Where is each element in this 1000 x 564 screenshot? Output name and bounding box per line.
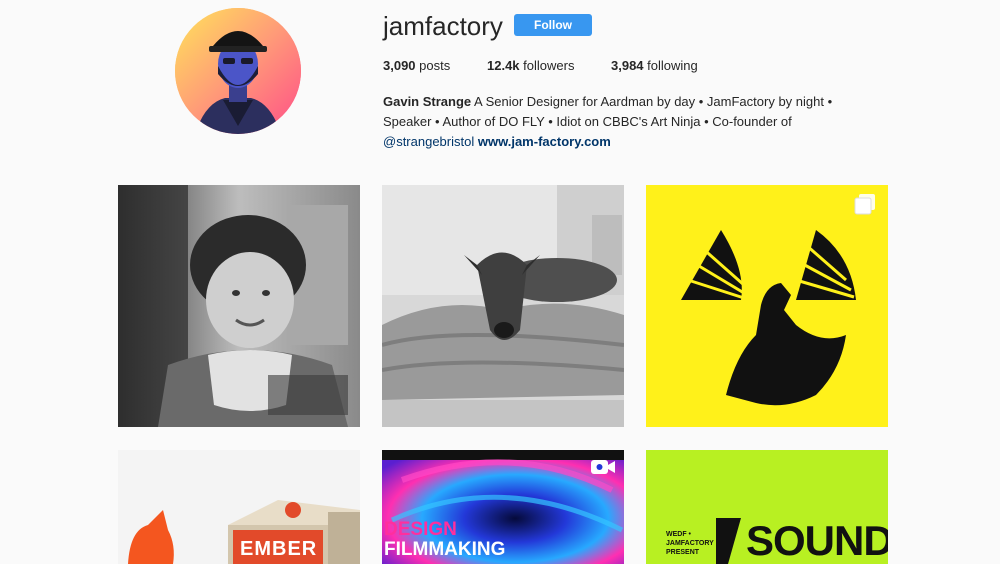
video-icon <box>591 460 615 474</box>
bio-handle-link[interactable]: @strangebristol <box>383 134 474 149</box>
poster-small-text: WEDF • JAMFACTORY PRESENT <box>666 531 714 556</box>
profile-avatar[interactable] <box>175 8 301 134</box>
post-tile-3[interactable] <box>646 185 888 427</box>
following-count: 3,984 <box>611 58 644 73</box>
post-tile-2[interactable] <box>382 185 624 427</box>
ember-matchbox-photo <box>118 450 360 564</box>
bio-text-line1: A Senior Designer for Aardman by day • J… <box>471 94 833 109</box>
posts-count: 3,090 <box>383 58 416 73</box>
post-tile-5[interactable]: DESIGN FILMMAKING <box>382 450 624 564</box>
posts-label: posts <box>419 58 451 73</box>
toddler-photo <box>118 185 360 427</box>
bio-text-line2: Speaker • Author of DO FLY • Idiot on CB… <box>383 114 792 129</box>
bio-name: Gavin Strange <box>383 94 472 109</box>
box-label: EMBER <box>240 538 318 560</box>
website-link[interactable]: www.jam-factory.com <box>478 134 611 149</box>
follow-button[interactable]: Follow <box>514 14 592 36</box>
post-tile-6[interactable]: WEDF • JAMFACTORY PRESENT SOUND <box>646 450 888 564</box>
posts-stat: 3,090 posts <box>383 58 450 73</box>
profile-bio: Gavin Strange A Senior Designer for Aard… <box>383 92 873 152</box>
radiation-godzilla-poster <box>646 185 888 427</box>
profile-username: jamfactory <box>383 11 503 41</box>
carousel-icon <box>854 194 875 215</box>
following-stat[interactable]: 3,984 following <box>611 58 698 73</box>
followers-stat[interactable]: 12.4k followers <box>487 58 574 73</box>
followers-label: followers <box>523 58 575 73</box>
video-title-line2: FILMMAKING <box>384 539 506 560</box>
poster-title: SOUND <box>746 517 888 564</box>
post-tile-4[interactable]: EMBER <box>118 450 360 564</box>
followers-count: 12.4k <box>487 58 520 73</box>
greyhound-dog-photo <box>382 185 624 427</box>
following-label: following <box>647 58 698 73</box>
video-title-line1: DESIGN <box>384 519 457 540</box>
post-tile-1[interactable] <box>118 185 360 427</box>
